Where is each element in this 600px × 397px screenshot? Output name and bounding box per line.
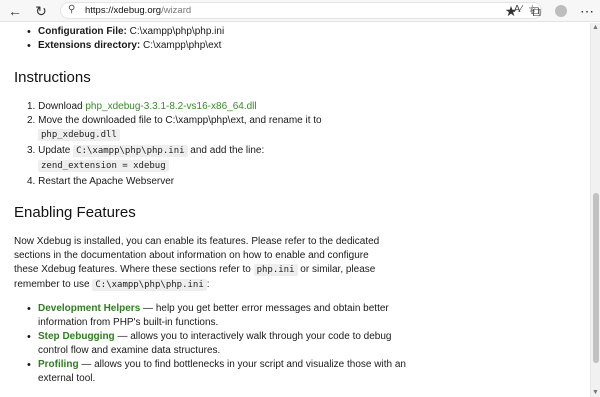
back-icon[interactable]: ← [6,2,24,20]
refresh-icon[interactable]: ↻ [32,2,50,20]
features-paragraph-line-4: remember to use C:\xampp\php\php.ini: [14,279,210,291]
feature-item-cont: control flow and examine data structures… [38,345,221,356]
config-file-item: Configuration File: C:\xampp\php\php.ini [27,25,224,39]
features-paragraph-line-1: Now Xdebug is installed, you can enable … [14,236,380,247]
browser-toolbar: ← ↻ ⚲ https://xdebug.org/wizard A⁄ ☆ ★ ⧉… [0,0,600,22]
download-link[interactable]: php_xdebug-3.3.1-8.2-vs16-x86_64.dll [85,101,256,112]
lock-icon: ⚲ [68,4,76,15]
feature-item: Profiling — allows you to find bottlenec… [27,358,406,372]
feature-item: Step Debugging — allows you to interacti… [27,330,391,344]
scrollbar-thumb[interactable] [593,193,599,363]
step-1: 1. Download php_xdebug-3.3.1-8.2-vs16-x8… [27,101,257,112]
features-paragraph-line-3: these Xdebug features. Where these secti… [14,264,376,276]
page-content: Configuration File: C:\xampp\php\php.ini… [0,23,590,397]
instructions-heading: Instructions [14,69,91,86]
vertical-scrollbar[interactable]: ▲ ▼ [590,23,600,397]
features-paragraph-line-2: sections in the documentation about info… [14,250,369,261]
profiling-link[interactable]: Profiling [38,359,79,370]
feature-item-cont: external tool. [38,373,96,384]
more-menu-icon[interactable]: ⋯ [578,2,596,20]
scroll-down-icon[interactable]: ▼ [592,389,599,396]
step-4: 4. Restart the Apache Webserver [27,176,175,187]
profile-icon[interactable] [552,2,570,20]
step-2: 2. Move the downloaded file to C:\xampp\… [27,115,322,126]
feature-item: Development Helpers — help you get bette… [27,302,389,316]
feature-item-cont: information from PHP's built-in function… [38,317,219,328]
collections-icon[interactable]: ⧉ [527,2,545,20]
url-text: https://xdebug.org/wizard [85,5,192,16]
step-debugging-link[interactable]: Step Debugging [38,331,115,342]
features-heading: Enabling Features [14,204,136,221]
step-3-line: zend_extension = xdebug [38,159,169,173]
extensions-dir-item: Extensions directory: C:\xampp\php\ext [27,39,221,53]
development-helpers-link[interactable]: Development Helpers [38,303,140,314]
step-2-filename: php_xdebug.dll [38,128,120,142]
favorites-icon[interactable]: ★ [502,2,520,20]
address-bar[interactable]: ⚲ https://xdebug.org/wizard A⁄ ☆ [60,2,542,19]
scroll-up-icon[interactable]: ▲ [592,24,599,31]
step-3: 3. Update C:\xampp\php\php.ini and add t… [27,145,265,157]
